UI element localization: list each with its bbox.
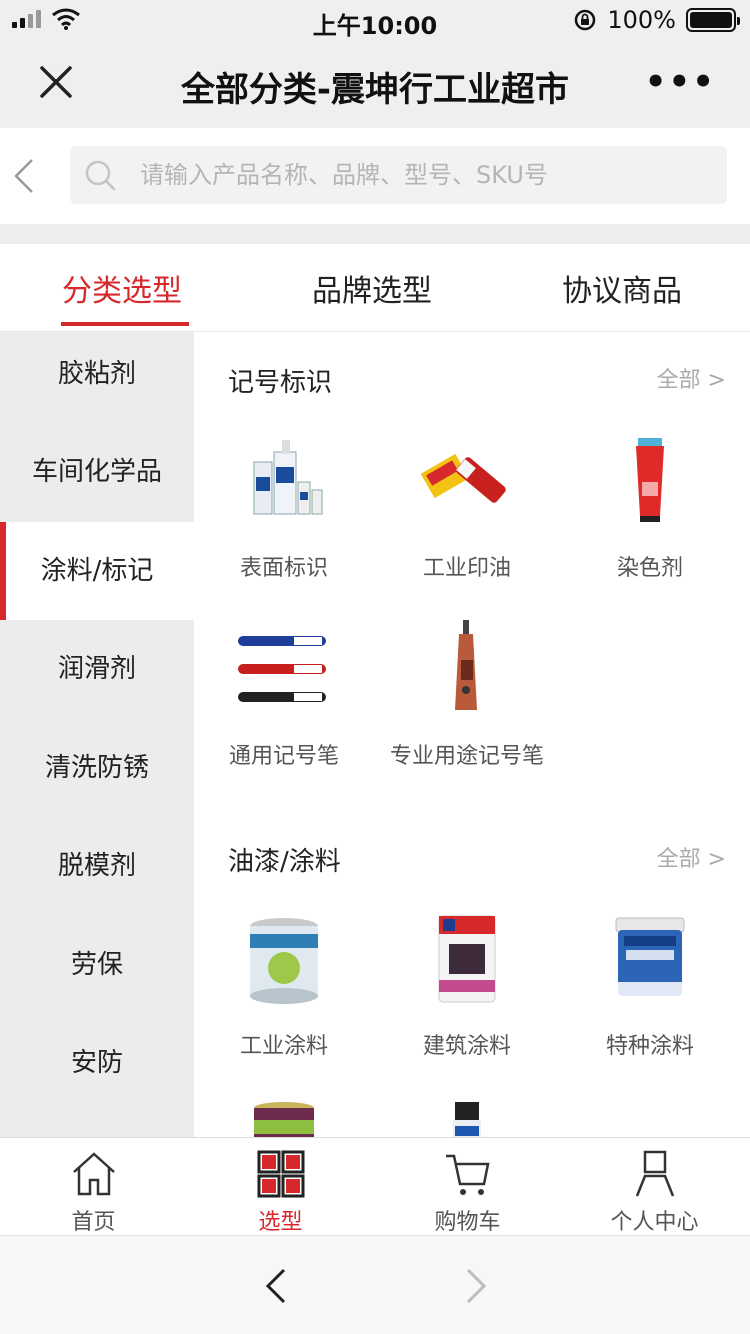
browser-toolbar [0, 1235, 750, 1334]
product-name: 建筑涂料 [422, 1034, 511, 1059]
nav-cart[interactable]: 购物车 [374, 1138, 561, 1236]
product-name: 特种涂料 [605, 1034, 694, 1059]
search-row [0, 128, 750, 224]
battery-icon [686, 8, 740, 32]
spray-can-image [417, 1100, 517, 1137]
section-title: 油漆/涂料 [228, 847, 341, 877]
paint-can-image [234, 910, 334, 1010]
more-options-button[interactable]: ••• [645, 62, 716, 102]
browser-forward-icon[interactable] [462, 1266, 490, 1306]
sidebar-item-lubricant[interactable]: 润滑剂 [0, 620, 194, 718]
back-icon[interactable] [12, 156, 36, 196]
user-icon [635, 1150, 674, 1197]
nav-profile[interactable]: 个人中心 [561, 1138, 748, 1236]
category-sidebar: 胶粘剂 车间化学品 涂料/标记 润滑剂 清洗防锈 脱模剂 劳保 安防 [0, 332, 194, 1137]
tab-category[interactable]: 分类选型 [62, 266, 182, 310]
nav-label: 个人中心 [610, 1210, 699, 1235]
nav-home[interactable]: 首页 [0, 1138, 187, 1236]
search-icon [85, 160, 116, 191]
product-name: 工业印油 [422, 556, 511, 581]
home-icon [72, 1152, 115, 1196]
product-name: 通用记号笔 [228, 744, 339, 769]
product-tile[interactable]: 工业涂料 [194, 910, 374, 1064]
bottom-nav: 首页 选型 购物车 个人中心 [0, 1137, 750, 1235]
sidebar-item-coatings-marking[interactable]: 涂料/标记 [0, 522, 194, 620]
tab-bar: 分类选型 品牌选型 协议商品 [0, 244, 750, 332]
battery-percent: 100% [607, 6, 676, 34]
status-right: 100% [573, 6, 740, 34]
section-divider [0, 224, 750, 244]
product-tile[interactable]: 专业用途记号笔 [377, 620, 557, 774]
title-bar: 全部分类-震坤行工业超市 ••• [0, 40, 750, 128]
paint-marker-image [417, 620, 517, 720]
sidebar-item-release-agent[interactable]: 脱模剂 [0, 817, 194, 915]
nav-label: 首页 [71, 1210, 116, 1235]
vastsky-bucket-image [600, 910, 700, 1010]
rotation-lock-icon [575, 9, 596, 31]
search-box[interactable] [70, 146, 727, 204]
marking-kit-image [234, 432, 334, 532]
product-tile[interactable]: 特种涂料 [560, 910, 740, 1064]
industrial-ink-image [417, 432, 517, 532]
sidebar-item-adhesive[interactable]: 胶粘剂 [0, 332, 194, 423]
nippon-paint-image [417, 910, 517, 1010]
product-name: 专业用途记号笔 [389, 744, 544, 769]
section-all-link[interactable]: 全部 > [657, 841, 726, 873]
sidebar-item-workshop-chemicals[interactable]: 车间化学品 [0, 423, 194, 521]
product-tile[interactable] [194, 1100, 374, 1137]
product-tile[interactable] [377, 1100, 557, 1137]
product-tile[interactable]: 表面标识 [194, 432, 374, 586]
tab-active-indicator [61, 322, 189, 326]
sidebar-item-labor-protection[interactable]: 劳保 [0, 916, 194, 1014]
product-name: 染色剂 [616, 556, 683, 581]
product-name: 工业涂料 [239, 1034, 328, 1059]
section-all-link[interactable]: 全部 > [657, 362, 726, 394]
dye-tube-image [600, 432, 700, 532]
sidebar-item-security[interactable]: 安防 [0, 1014, 194, 1112]
product-tile[interactable]: 工业印油 [377, 432, 557, 586]
section-title: 记号标识 [228, 368, 333, 398]
browser-back-icon[interactable] [262, 1266, 290, 1306]
tab-brand[interactable]: 品牌选型 [312, 266, 432, 310]
product-name: 表面标识 [239, 556, 328, 581]
nav-selection[interactable]: 选型 [187, 1138, 374, 1236]
product-tile[interactable]: 染色剂 [560, 432, 740, 586]
nav-label: 购物车 [434, 1210, 501, 1235]
sidebar-item-cleaning-rustproof[interactable]: 清洗防锈 [0, 719, 194, 817]
paint-can-image [234, 1100, 334, 1137]
marker-pens-image [234, 620, 334, 720]
page-title: 全部分类-震坤行工业超市 [180, 70, 570, 110]
search-input[interactable] [140, 146, 710, 204]
category-content: 记号标识 全部 > 表面标识 工业印油 染色剂 通用记号笔 专业用途记号笔 油漆… [194, 332, 750, 1137]
status-bar: 上午10:00 100% [0, 0, 750, 40]
product-tile[interactable]: 通用记号笔 [194, 620, 374, 774]
cart-icon [445, 1154, 490, 1195]
product-tile[interactable]: 建筑涂料 [377, 910, 557, 1064]
grid-icon [257, 1150, 304, 1198]
tab-agreement[interactable]: 协议商品 [562, 266, 682, 310]
nav-label: 选型 [258, 1210, 303, 1235]
